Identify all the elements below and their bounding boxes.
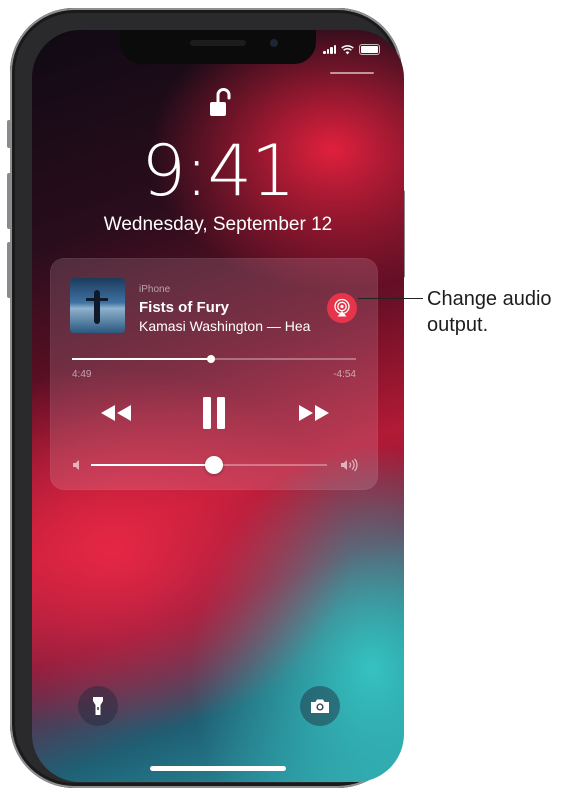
status-bar: [323, 44, 380, 55]
rewind-button[interactable]: [96, 398, 136, 428]
remaining-time: -4:54: [333, 369, 356, 380]
home-indicator[interactable]: [150, 766, 286, 771]
song-title: Fists of Fury: [139, 299, 230, 316]
iphone-frame: 9:41 Wednesday, September 12 iPhone Fist…: [7, 8, 405, 788]
artist-name: Kamasi Washington — Hea: [139, 318, 311, 334]
scrubber-progress: [72, 358, 212, 360]
airplay-button[interactable]: [327, 293, 357, 323]
airplay-audio-icon: [334, 298, 350, 317]
cellular-signal-icon: [323, 45, 336, 54]
notch: [120, 30, 316, 64]
earpiece-speaker: [190, 40, 246, 46]
playback-scrubber[interactable]: [72, 355, 356, 363]
volume-handle[interactable]: [204, 456, 223, 474]
volume-low-icon: [73, 460, 79, 470]
scrubber-handle[interactable]: [207, 355, 216, 363]
elapsed-time: 4:49: [72, 369, 92, 380]
now-playing-widget: iPhone Fists of Fury Kamasi Washington —…: [50, 258, 378, 490]
lock-screen-time: 9:41: [141, 130, 295, 212]
volume-slider[interactable]: [91, 456, 327, 474]
album-artwork[interactable]: [70, 278, 125, 333]
lock-screen-date: Wednesday, September 12: [103, 214, 333, 235]
volume-down-button: [7, 242, 11, 298]
playback-source: iPhone: [139, 284, 171, 295]
camera-icon: [311, 699, 329, 713]
pause-button[interactable]: [194, 393, 234, 433]
fast-forward-button[interactable]: [294, 398, 334, 428]
callout-leader-line: [358, 298, 423, 299]
camera-button[interactable]: [300, 686, 340, 726]
front-camera: [270, 39, 278, 47]
flashlight-icon: [93, 697, 103, 715]
callout-label: Change audio output.: [427, 288, 552, 336]
volume-up-button: [7, 173, 11, 229]
unlocked-padlock-icon: [210, 88, 232, 123]
pause-icon: [203, 397, 225, 429]
mute-switch: [7, 120, 11, 148]
battery-icon: [359, 44, 380, 55]
volume-level: [91, 464, 214, 466]
wifi-icon: [341, 44, 354, 54]
control-center-indicator: [330, 72, 374, 74]
fast-forward-icon: [299, 405, 329, 421]
flashlight-button[interactable]: [78, 686, 118, 726]
volume-high-icon: [341, 458, 358, 472]
rewind-icon: [101, 405, 131, 421]
lock-screen: 9:41 Wednesday, September 12 iPhone Fist…: [32, 30, 404, 782]
